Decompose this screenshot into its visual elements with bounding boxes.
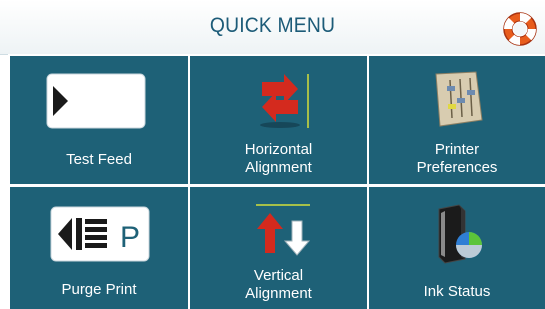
purge-print-icon: P (50, 206, 150, 262)
quick-menu-grid: Test Feed Horizontal Alignment Printer P… (8, 54, 545, 309)
vertical-alignment-arrows-icon (256, 204, 311, 256)
horizontal-alignment-label-line1: Horizontal (244, 141, 313, 158)
vertical-alignment-label: Vertical Alignment (190, 267, 367, 303)
test-feed-label: Test Feed (66, 151, 132, 168)
horizontal-alignment-arrows-icon (260, 74, 309, 128)
purge-print-label: Purge Print (61, 281, 137, 298)
test-feed-button[interactable]: Test Feed (10, 56, 188, 184)
title-bar: QUICK MENU (0, 0, 545, 55)
horizontal-alignment-button[interactable]: Horizontal Alignment (190, 56, 367, 184)
help-button[interactable] (502, 11, 538, 47)
printer-preferences-label-line1: Printer (434, 141, 480, 158)
vertical-alignment-button[interactable]: Vertical Alignment (190, 187, 367, 309)
horizontal-alignment-label-line2: Alignment (245, 159, 312, 176)
ink-status-button[interactable]: Ink Status (369, 187, 545, 309)
ink-status-cartridge-icon (438, 204, 482, 264)
purge-print-icon-letter: P (120, 221, 140, 254)
test-feed-icon (46, 73, 146, 129)
printer-preferences-button[interactable]: Printer Preferences (369, 56, 545, 184)
ink-status-label: Ink Status (423, 283, 491, 300)
printer-preferences-label: Printer Preferences (369, 141, 545, 177)
lifebuoy-icon (503, 12, 537, 46)
vertical-alignment-label-line1: Vertical (253, 267, 304, 284)
horizontal-alignment-label: Horizontal Alignment (190, 141, 367, 177)
vertical-alignment-label-line2: Alignment (245, 285, 312, 302)
printer-preferences-sliders-icon (435, 71, 483, 127)
purge-print-button[interactable]: P Purge Print (10, 187, 188, 309)
printer-preferences-label-line2: Preferences (416, 159, 498, 176)
page-title: QUICK MENU (209, 14, 336, 37)
